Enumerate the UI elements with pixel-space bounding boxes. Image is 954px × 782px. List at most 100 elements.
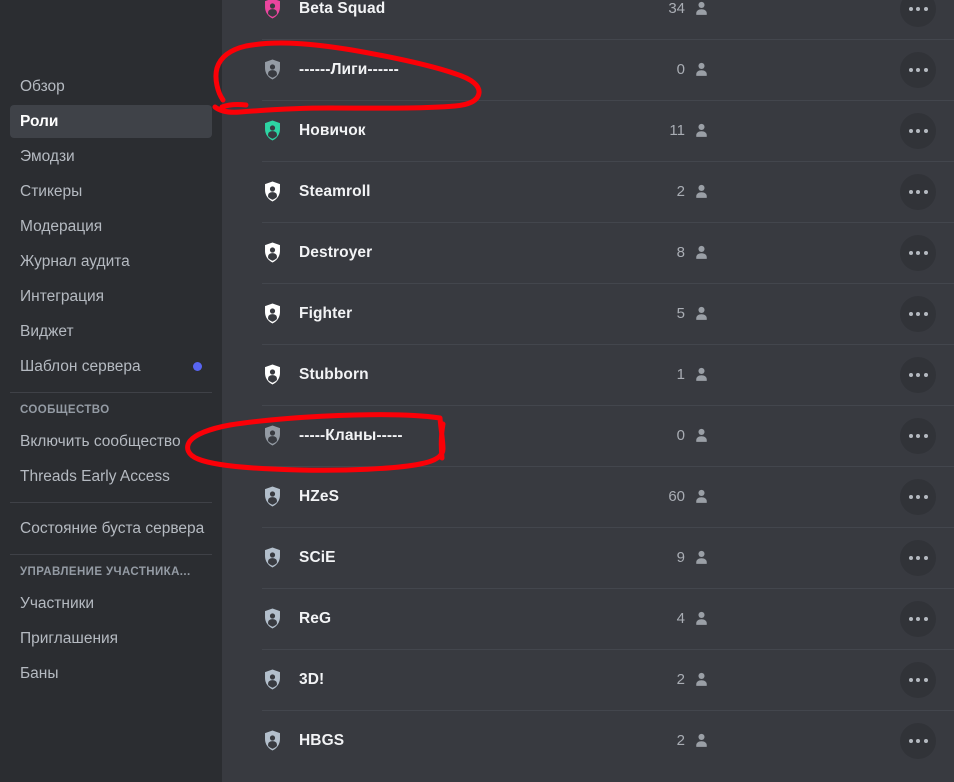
notification-dot-icon	[193, 362, 202, 371]
role-member-count: 11	[669, 122, 685, 139]
role-row[interactable]: HBGS 2	[222, 710, 954, 771]
role-more-options-button[interactable]	[900, 417, 936, 454]
ellipsis-dot-icon	[908, 67, 913, 72]
roles-panel: Beta Squad 34 ------Лиги------ 0 Новичок 11 St…	[222, 0, 954, 782]
sidebar-item-items-7[interactable]: Виджет	[10, 315, 212, 348]
role-name: Новичок	[299, 121, 366, 139]
role-shield-icon	[265, 486, 280, 507]
sidebar-item-items-5[interactable]: Журнал аудита	[10, 245, 212, 278]
role-more-options-button[interactable]	[900, 356, 936, 393]
sidebar-item-community_items-1[interactable]: Threads Early Access	[10, 460, 212, 493]
sidebar-item-boost_items-0[interactable]: Состояние буста сервера	[10, 512, 212, 545]
role-row[interactable]: HZeS 60	[222, 466, 954, 527]
sidebar-item-label: Состояние буста сервера	[20, 519, 205, 537]
role-more-options-button[interactable]	[900, 478, 936, 515]
sidebar-members-section: Участники Приглашения Баны	[0, 587, 222, 690]
ellipsis-dot-icon	[908, 738, 913, 743]
role-shield-icon	[265, 364, 280, 385]
role-name: HZeS	[299, 487, 340, 505]
role-shield-icon	[265, 425, 280, 446]
ellipsis-dot-icon	[908, 555, 913, 560]
role-row[interactable]: Fighter 5	[222, 283, 954, 344]
member-person-icon	[696, 672, 707, 686]
role-member-count: 5	[676, 305, 685, 322]
sidebar-item-members_items-1[interactable]: Приглашения	[10, 622, 212, 655]
ellipsis-dot-icon	[916, 250, 920, 255]
role-name: 3D!	[299, 670, 325, 688]
member-person-icon	[696, 611, 707, 625]
role-more-options-button[interactable]	[900, 0, 936, 27]
sidebar-item-items-6[interactable]: Интеграция	[10, 280, 212, 313]
role-member-count: 8	[676, 244, 685, 261]
ellipsis-dot-icon	[923, 494, 928, 499]
ellipsis-dot-icon	[908, 128, 913, 133]
role-row[interactable]: -----Кланы----- 0	[222, 405, 954, 466]
sidebar-item-community_items-0[interactable]: Включить сообщество	[10, 425, 212, 458]
sidebar-item-label: Приглашения	[20, 629, 119, 647]
role-row[interactable]: 3D! 2	[222, 649, 954, 710]
ellipsis-dot-icon	[916, 189, 920, 194]
ellipsis-dot-icon	[908, 494, 913, 499]
sidebar-item-items-1[interactable]: Роли	[10, 105, 212, 138]
sidebar-item-label: Стикеры	[20, 182, 83, 200]
role-name: HBGS	[299, 731, 345, 749]
member-person-icon	[696, 245, 707, 259]
role-row-right: 5	[663, 305, 710, 322]
sidebar-item-items-4[interactable]: Модерация	[10, 210, 212, 243]
ellipsis-dot-icon	[916, 494, 920, 499]
role-more-options-button[interactable]	[900, 295, 936, 332]
role-row[interactable]: Destroyer 8	[222, 222, 954, 283]
ellipsis-dot-icon	[916, 372, 920, 377]
role-more-options-button[interactable]	[900, 722, 936, 759]
role-shield-icon	[265, 120, 280, 141]
ellipsis-dot-icon	[916, 433, 920, 438]
role-more-options-button[interactable]	[900, 51, 936, 88]
sidebar-item-items-3[interactable]: Стикеры	[10, 175, 212, 208]
ellipsis-dot-icon	[923, 616, 928, 621]
sidebar-section-header-member-management: УПРАВЛЕНИЕ УЧАСТНИКА...	[20, 566, 191, 578]
sidebar-item-items-0[interactable]: Обзор	[10, 70, 212, 103]
member-person-icon	[696, 123, 707, 137]
ellipsis-dot-icon	[923, 555, 928, 560]
role-member-count: 2	[676, 732, 685, 749]
ellipsis-dot-icon	[916, 6, 920, 11]
role-more-options-button[interactable]	[900, 173, 936, 210]
role-more-options-button[interactable]	[900, 112, 936, 149]
role-more-options-button[interactable]	[900, 600, 936, 637]
ellipsis-dot-icon	[923, 372, 928, 377]
role-row[interactable]: Новичок 11	[222, 100, 954, 161]
role-member-count: 4	[676, 610, 685, 627]
sidebar-item-label: Баны	[20, 664, 59, 682]
sidebar-item-members_items-2[interactable]: Баны	[10, 657, 212, 690]
ellipsis-dot-icon	[908, 250, 913, 255]
member-person-icon	[696, 184, 707, 198]
roles-list: Beta Squad 34 ------Лиги------ 0 Новичок 11 St…	[222, 0, 954, 771]
role-more-options-button[interactable]	[900, 234, 936, 271]
role-row[interactable]: Stubborn 1	[222, 344, 954, 405]
sidebar-item-label: Шаблон сервера	[20, 357, 141, 375]
role-member-count: 60	[668, 488, 685, 505]
role-row[interactable]: SCiE 9	[222, 527, 954, 588]
role-name: ------Лиги------	[299, 60, 399, 78]
sidebar-item-members_items-0[interactable]: Участники	[10, 587, 212, 620]
sidebar-item-label: Журнал аудита	[20, 252, 130, 270]
role-row[interactable]: Beta Squad 34	[222, 0, 954, 39]
ellipsis-dot-icon	[923, 433, 928, 438]
sidebar-item-label: Обзор	[20, 77, 65, 95]
role-more-options-button[interactable]	[900, 539, 936, 576]
role-member-count: 0	[676, 427, 685, 444]
sidebar-item-label: Интеграция	[20, 287, 105, 305]
sidebar-item-items-8[interactable]: Шаблон сервера	[10, 350, 212, 383]
role-shield-icon	[265, 242, 280, 263]
role-name: -----Кланы-----	[299, 426, 403, 444]
role-row[interactable]: Steamroll 2	[222, 161, 954, 222]
sidebar-main-section: Обзор Роли Эмодзи Стикеры Модерация Журнал ау…	[0, 70, 222, 383]
role-more-options-button[interactable]	[900, 661, 936, 698]
role-shield-icon	[265, 547, 280, 568]
sidebar-item-items-2[interactable]: Эмодзи	[10, 140, 212, 173]
role-row[interactable]: ReG 4	[222, 588, 954, 649]
ellipsis-dot-icon	[908, 433, 913, 438]
role-shield-icon	[265, 669, 280, 690]
role-shield-icon	[265, 0, 280, 19]
role-row[interactable]: ------Лиги------ 0	[222, 39, 954, 100]
